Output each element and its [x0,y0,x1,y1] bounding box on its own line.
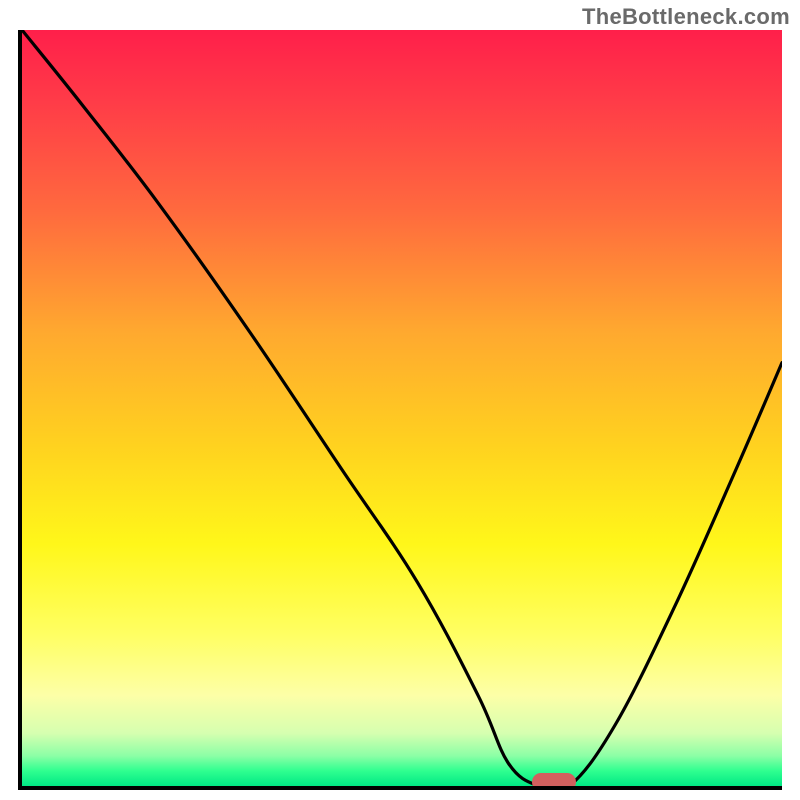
plot-area [18,30,782,790]
bottleneck-curve [22,30,782,786]
curve-path [22,30,782,786]
optimal-marker [532,773,576,790]
chart-container: TheBottleneck.com [0,0,800,800]
watermark-text: TheBottleneck.com [582,4,790,30]
